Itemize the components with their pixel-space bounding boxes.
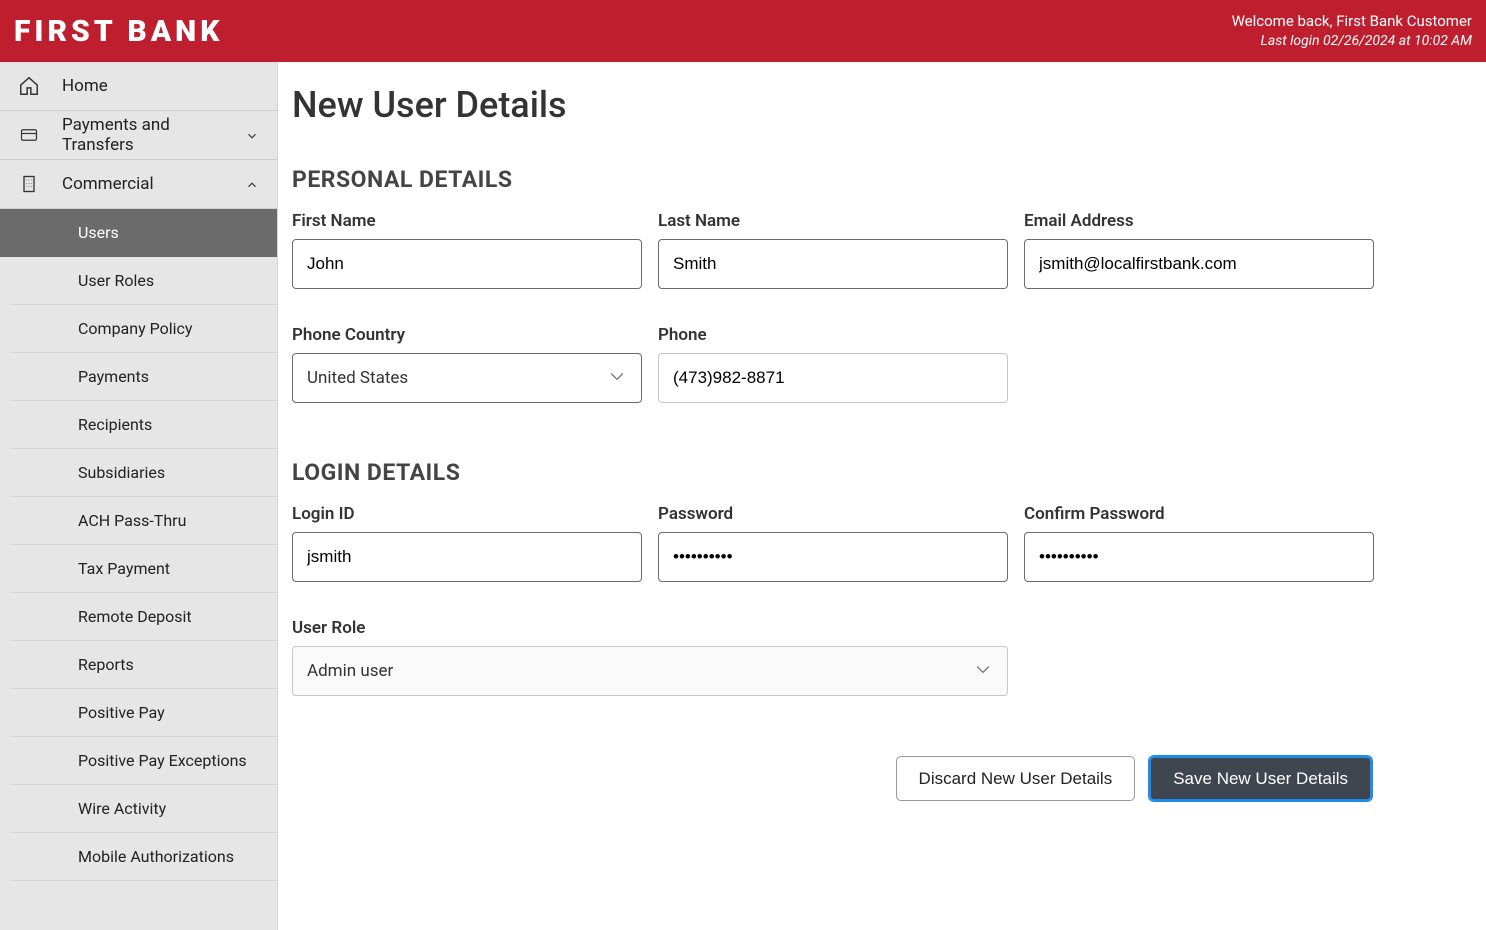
input-login-id[interactable]	[292, 532, 642, 582]
subnav-recipients[interactable]: Recipients	[10, 401, 277, 449]
form-actions: Discard New User Details Save New User D…	[292, 756, 1472, 801]
subnav-user-roles[interactable]: User Roles	[10, 257, 277, 305]
field-phone-country: Phone Country United States	[292, 325, 642, 403]
input-last-name[interactable]	[658, 239, 1008, 289]
header-user-info: Welcome back, First Bank Customer Last l…	[1232, 11, 1472, 52]
subnav-label: Subsidiaries	[78, 463, 165, 482]
subnav-users[interactable]: Users	[0, 209, 277, 257]
subnav-payments[interactable]: Payments	[10, 353, 277, 401]
subnav-label: User Roles	[78, 271, 154, 290]
subnav-subsidiaries[interactable]: Subsidiaries	[10, 449, 277, 497]
brand-logo: FIRST BANK	[14, 14, 223, 49]
label-user-role: User Role	[292, 618, 1008, 638]
chevron-down-icon	[973, 659, 993, 684]
label-password: Password	[658, 504, 1008, 524]
label-first-name: First Name	[292, 211, 642, 231]
field-first-name: First Name	[292, 211, 642, 289]
save-button[interactable]: Save New User Details	[1149, 756, 1372, 801]
field-login-id: Login ID	[292, 504, 642, 582]
label-phone: Phone	[658, 325, 1008, 345]
subnav-company-policy[interactable]: Company Policy	[10, 305, 277, 353]
select-user-role-value: Admin user	[307, 661, 393, 681]
label-last-name: Last Name	[658, 211, 1008, 231]
subnav-label: Wire Activity	[78, 799, 166, 818]
chevron-down-icon	[607, 366, 627, 391]
label-email: Email Address	[1024, 211, 1374, 231]
discard-button[interactable]: Discard New User Details	[896, 756, 1136, 801]
last-login-text: Last login 02/26/2024 at 10:02 AM	[1232, 32, 1472, 52]
subnav-label: ACH Pass-Thru	[78, 511, 186, 530]
subnav-label: Remote Deposit	[78, 607, 192, 626]
sidebar: Home Payments and Transfers	[0, 62, 278, 930]
app-header: FIRST BANK Welcome back, First Bank Cust…	[0, 0, 1486, 62]
nav-payments-transfers[interactable]: Payments and Transfers	[0, 111, 277, 160]
chevron-up-icon	[245, 177, 259, 191]
input-first-name[interactable]	[292, 239, 642, 289]
welcome-text: Welcome back, First Bank Customer	[1232, 11, 1472, 32]
nav-payments-label: Payments and Transfers	[62, 115, 245, 155]
subnav-label: Positive Pay Exceptions	[78, 751, 247, 770]
nav-commercial-label: Commercial	[62, 174, 154, 194]
section-login-details: LOGIN DETAILS	[292, 459, 1472, 486]
subnav-label: Payments	[78, 367, 149, 386]
subnav-label: Positive Pay	[78, 703, 165, 722]
subnav-wire-activity[interactable]: Wire Activity	[10, 785, 277, 833]
select-phone-country[interactable]: United States	[292, 353, 642, 403]
select-phone-country-value: United States	[307, 368, 408, 388]
nav-commercial[interactable]: Commercial	[0, 160, 277, 209]
nav-home-label: Home	[62, 76, 108, 96]
select-user-role[interactable]: Admin user	[292, 646, 1008, 696]
subnav-label: Tax Payment	[78, 559, 170, 578]
home-icon	[18, 75, 40, 97]
subnav-remote-deposit[interactable]: Remote Deposit	[10, 593, 277, 641]
main-content: New User Details PERSONAL DETAILS First …	[278, 62, 1486, 930]
input-email[interactable]	[1024, 239, 1374, 289]
label-confirm-password: Confirm Password	[1024, 504, 1374, 524]
subnav-positive-pay[interactable]: Positive Pay	[10, 689, 277, 737]
subnav-label: Company Policy	[78, 319, 192, 338]
subnav-reports[interactable]: Reports	[10, 641, 277, 689]
building-icon	[18, 173, 40, 195]
subnav-mobile-authorizations[interactable]: Mobile Authorizations	[10, 833, 277, 881]
page-title: New User Details	[292, 84, 1472, 126]
input-confirm-password[interactable]	[1024, 532, 1374, 582]
field-phone: Phone	[658, 325, 1008, 403]
field-password: Password	[658, 504, 1008, 582]
field-confirm-password: Confirm Password	[1024, 504, 1374, 582]
subnav-label: Recipients	[78, 415, 152, 434]
subnav-ach-pass-thru[interactable]: ACH Pass-Thru	[10, 497, 277, 545]
label-phone-country: Phone Country	[292, 325, 642, 345]
field-user-role: User Role Admin user	[292, 618, 1008, 696]
subnav-label: Mobile Authorizations	[78, 847, 234, 866]
field-email: Email Address	[1024, 211, 1374, 289]
field-last-name: Last Name	[658, 211, 1008, 289]
input-password[interactable]	[658, 532, 1008, 582]
card-icon	[18, 124, 40, 146]
subnav-positive-pay-exceptions[interactable]: Positive Pay Exceptions	[10, 737, 277, 785]
label-login-id: Login ID	[292, 504, 642, 524]
chevron-down-icon	[245, 128, 259, 142]
nav-home[interactable]: Home	[0, 62, 277, 111]
subnav-label: Users	[78, 223, 119, 242]
subnav-label: Reports	[78, 655, 134, 674]
section-personal-details: PERSONAL DETAILS	[292, 166, 1472, 193]
subnav-tax-payment[interactable]: Tax Payment	[10, 545, 277, 593]
input-phone[interactable]	[658, 353, 1008, 403]
commercial-submenu: Users User Roles Company Policy Payments…	[10, 209, 277, 881]
